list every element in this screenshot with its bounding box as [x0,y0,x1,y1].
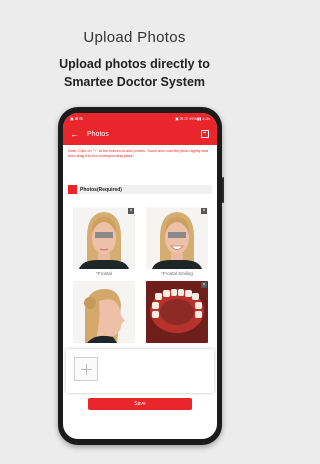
promo-subtitle-line1: Upload photos directly to [59,57,210,71]
section-marker [68,185,77,194]
delete-photo-icon[interactable]: × [128,208,134,214]
app-bar-title: Photos [87,131,109,138]
promo-subtitle-line2: Smartee Doctor System [63,75,206,89]
app-bar: ← Photos [63,124,217,145]
delete-photo-icon[interactable]: × [201,282,207,288]
photo-slot-intraoral[interactable]: × [146,281,208,343]
instruction-note: Note: Click on "+" at the bottom to add … [68,149,208,159]
frontal-smiling-photo [146,207,208,269]
delete-photo-icon[interactable]: × [201,208,207,214]
intraoral-teeth-photo [146,281,208,343]
profile-face-photo [73,281,135,343]
add-photo-button[interactable] [74,357,98,381]
photo-slot-profile[interactable] [73,281,135,343]
frontal-face-photo [73,207,135,269]
photo-label-frontal: *Frontal [96,271,112,276]
promo-title: Upload Photos [83,29,186,46]
back-arrow-icon[interactable]: ← [70,130,79,139]
photo-label-frontal-smiling: *Frontal Smiling [161,271,193,276]
phone-screen: ▣ ⊠ ⊞ ▣ ✉ ⊡ 99%▮▮ 4:3x ← Photos Note: Cl… [63,113,217,439]
status-left-icons: ▣ ⊠ ⊞ [70,116,83,121]
status-bar: ▣ ⊠ ⊞ ▣ ✉ ⊡ 99%▮▮ 4:3x [63,113,217,124]
add-photo-panel [66,349,214,393]
photo-slot-frontal[interactable]: × [73,207,135,269]
status-right-info: ▣ ✉ ⊡ 99%▮▮ 4:3x [175,116,210,121]
side-button [222,177,224,203]
section-header: Photos(Required) [68,185,212,194]
phone-frame: ▣ ⊠ ⊞ ▣ ✉ ⊡ 99%▮▮ 4:3x ← Photos Note: Cl… [58,107,224,445]
plus-icon-stem [86,364,87,375]
gallery-icon[interactable] [201,130,209,138]
photo-slot-frontal-smiling[interactable]: × [146,207,208,269]
section-label: Photos(Required) [80,186,122,193]
save-button[interactable]: Save [88,398,192,410]
promo-subtitle: Upload photos directly to Smartee Doctor… [0,55,269,91]
